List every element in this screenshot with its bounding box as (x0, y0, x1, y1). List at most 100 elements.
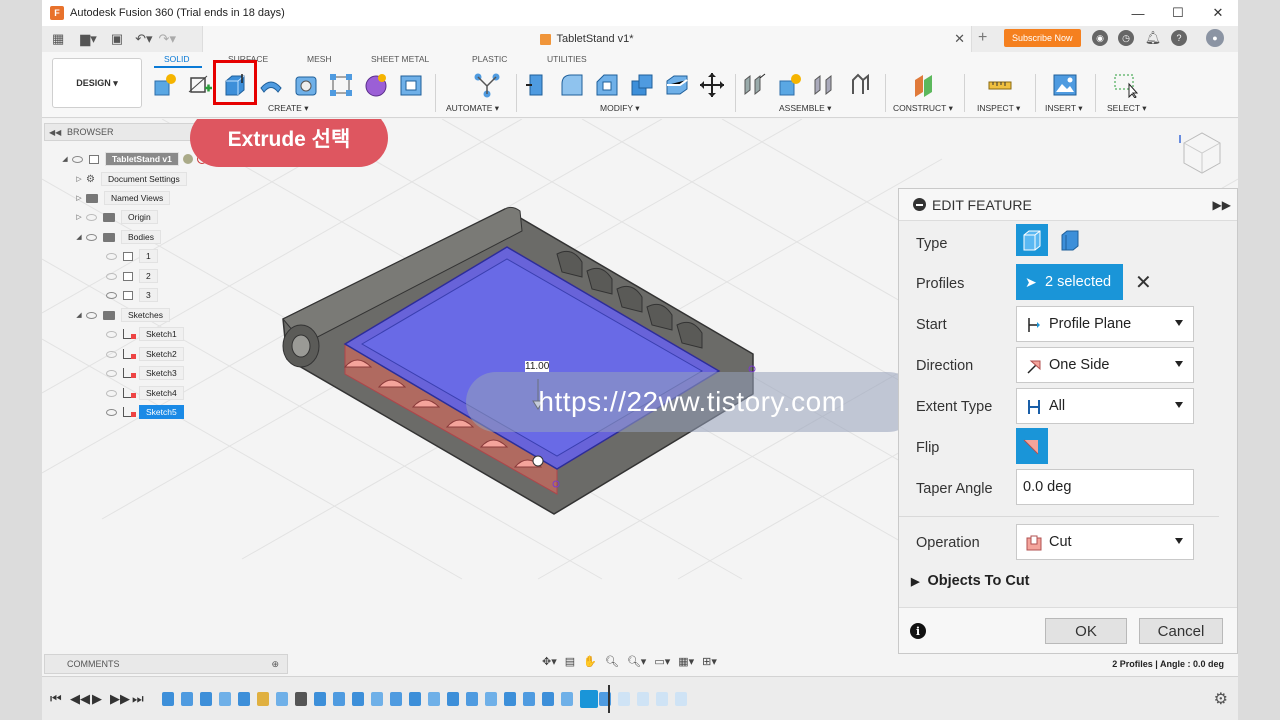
grid-settings-icon[interactable]: ▦▾ (678, 655, 694, 673)
modify-menu[interactable]: MODIFY ▾ (600, 103, 640, 114)
create-form-icon[interactable] (363, 72, 389, 98)
tree-sketch-5[interactable]: Sketch5 (106, 404, 184, 420)
timeline-feature[interactable] (333, 692, 345, 706)
tree-sketches[interactable]: ◢ Sketches (72, 307, 170, 323)
tree-body-1[interactable]: 1 (106, 248, 158, 264)
orbit-icon[interactable]: ✥▾ (542, 655, 557, 673)
new-joint-icon[interactable] (742, 72, 768, 98)
new-component-icon[interactable] (152, 72, 178, 98)
tree-root[interactable]: ◢ TabletStand v1 (58, 151, 207, 167)
inspect-menu[interactable]: INSPECT ▾ (977, 103, 1020, 114)
expand-icon[interactable]: ◢ (72, 233, 86, 241)
tree-bodies[interactable]: ◢ Bodies (72, 229, 161, 245)
file-icon[interactable]: ▆▾ (80, 31, 97, 47)
tree-named-views[interactable]: ▷ Named Views (72, 190, 171, 206)
automate-icon[interactable] (472, 72, 502, 98)
dimension-label[interactable]: 11.00 (525, 361, 550, 372)
user-avatar[interactable]: ● (1206, 29, 1224, 47)
help-icon[interactable]: ? (1171, 30, 1187, 46)
timeline-feature[interactable] (257, 692, 269, 706)
shell-icon[interactable] (629, 72, 655, 98)
timeline-feature[interactable] (409, 692, 421, 706)
step-back-icon[interactable]: ◀◀ (70, 691, 90, 707)
flip-toggle-button[interactable] (1016, 428, 1048, 464)
close-tab-icon[interactable]: ✕ (954, 31, 965, 47)
job-status-icon[interactable]: ◷ (1118, 30, 1134, 46)
expand-icon[interactable]: ▷ (72, 175, 86, 183)
expand-icon[interactable]: ▷ (72, 194, 86, 202)
cancel-button[interactable]: Cancel (1139, 618, 1223, 644)
collapse-panel-icon[interactable] (913, 198, 926, 211)
timeline-feature[interactable] (200, 692, 212, 706)
zoom-icon[interactable]: 🔍︎ (605, 655, 619, 673)
direction-dropdown[interactable]: One Side (1016, 347, 1194, 383)
timeline-feature[interactable] (447, 692, 459, 706)
tree-origin[interactable]: ▷ Origin (72, 209, 158, 225)
ok-button[interactable]: OK (1045, 618, 1127, 644)
display-settings-icon[interactable]: ▭▾ (654, 655, 670, 673)
create-menu[interactable]: CREATE ▾ (268, 103, 308, 114)
timeline-feature[interactable] (295, 692, 307, 706)
expand-icon[interactable]: ◢ (72, 311, 86, 319)
go-to-start-icon[interactable]: ⏮ (50, 691, 62, 707)
insert-derive-icon[interactable] (398, 72, 424, 98)
timeline-marker[interactable] (608, 685, 610, 713)
timeline-feature[interactable] (542, 692, 554, 706)
eye-icon[interactable] (106, 272, 117, 280)
comments-panel[interactable]: COMMENTS ⊕ (44, 654, 288, 674)
start-dropdown[interactable]: Profile Plane (1016, 306, 1194, 342)
viewports-icon[interactable]: ⊞▾ (702, 655, 717, 673)
hole-icon[interactable] (293, 72, 319, 98)
timeline-feature[interactable] (219, 692, 231, 706)
eye-icon[interactable] (106, 330, 117, 338)
timeline-feature[interactable] (276, 692, 288, 706)
tree-sketch-1[interactable]: Sketch1 (106, 326, 184, 342)
objects-to-cut-section[interactable]: ▶ Objects To Cut (911, 573, 1030, 589)
insert-menu[interactable]: INSERT ▾ (1045, 103, 1083, 114)
timeline-feature[interactable] (637, 692, 649, 706)
timeline-feature[interactable] (523, 692, 535, 706)
document-tab[interactable]: TabletStand v1* ✕ (202, 26, 972, 52)
clear-selection-icon[interactable]: ✕ (1135, 270, 1152, 295)
eye-icon[interactable] (106, 350, 117, 358)
look-at-icon[interactable]: ▤ (565, 655, 575, 673)
construct-menu[interactable]: CONSTRUCT ▾ (893, 103, 953, 114)
timeline-feature[interactable] (580, 690, 598, 708)
offset-plane-icon[interactable] (911, 72, 937, 98)
timeline-feature[interactable] (656, 692, 668, 706)
timeline-feature[interactable] (314, 692, 326, 706)
subscribe-button[interactable]: Subscribe Now (1004, 29, 1081, 47)
revolve-icon[interactable] (258, 72, 284, 98)
tree-document-settings[interactable]: ▷ ⚙ Document Settings (72, 171, 187, 187)
tree-body-3[interactable]: 3 (106, 287, 158, 303)
expand-icon[interactable]: ◢ (58, 155, 72, 163)
go-to-end-icon[interactable]: ⏭ (132, 691, 144, 707)
eye-icon[interactable] (106, 389, 117, 397)
eye-icon[interactable] (106, 369, 117, 377)
play-icon[interactable]: ▶ (92, 691, 102, 707)
manipulator-handle[interactable] (532, 455, 544, 467)
select-window-icon[interactable] (1113, 72, 1139, 98)
eye-icon[interactable] (86, 213, 97, 221)
measure-icon[interactable] (987, 72, 1013, 98)
info-icon[interactable]: i (910, 623, 926, 639)
timeline-feature[interactable] (390, 692, 402, 706)
extensions-icon[interactable]: ◉ (1092, 30, 1108, 46)
pan-icon[interactable]: ✋ (583, 655, 597, 673)
tree-sketch-4[interactable]: Sketch4 (106, 385, 184, 401)
fit-icon[interactable]: 🔍︎▾ (627, 655, 647, 673)
operation-dropdown[interactable]: Cut (1016, 524, 1194, 560)
new-tab-button[interactable]: + (978, 29, 987, 47)
select-menu[interactable]: SELECT ▾ (1107, 103, 1147, 114)
timeline-settings-gear-icon[interactable]: ⚙ (1214, 689, 1228, 709)
timeline-feature[interactable] (181, 692, 193, 706)
undo-icon[interactable]: ↶▾ (135, 31, 152, 47)
eye-icon[interactable] (106, 291, 117, 299)
collapse-icon[interactable]: ◀◀ (49, 128, 61, 137)
assemble-menu[interactable]: ASSEMBLE ▾ (779, 103, 831, 114)
workspace-switcher[interactable]: DESIGN ▾ (52, 58, 142, 108)
eye-icon[interactable] (106, 252, 117, 260)
tab-mesh[interactable]: MESH (307, 54, 332, 64)
rectangular-pattern-icon[interactable] (328, 72, 354, 98)
type-thin-extrude-button[interactable] (1054, 224, 1086, 256)
